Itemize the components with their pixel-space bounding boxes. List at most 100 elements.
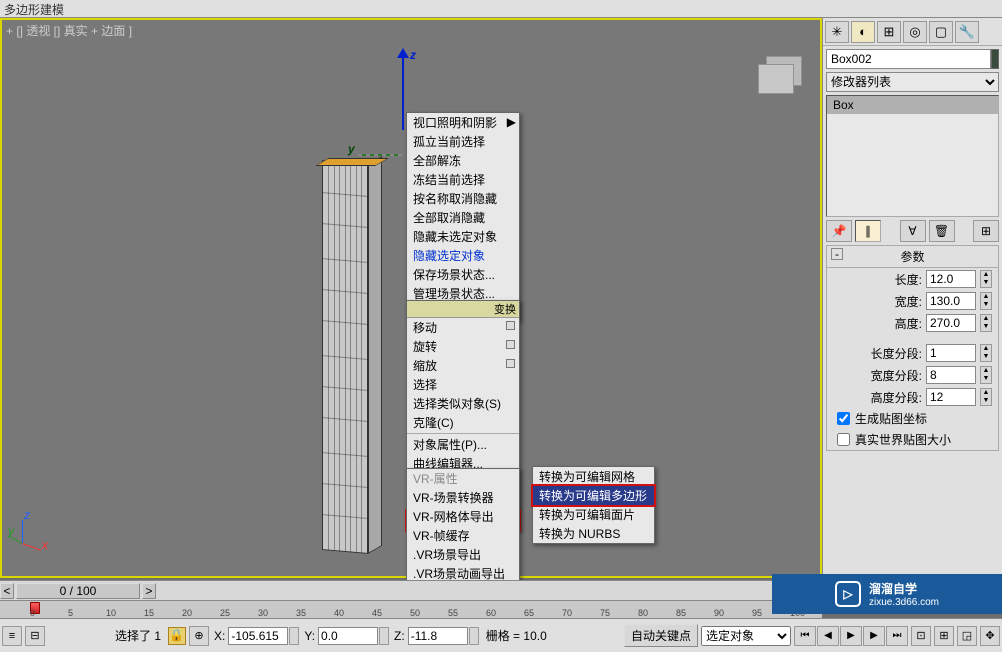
create-tab-icon[interactable]: ✳ [825,21,849,43]
time-next-icon[interactable]: > [142,583,156,599]
z-coord-input[interactable] [408,627,468,645]
menu-vr-properties[interactable]: VR-属性 [407,469,519,488]
goto-end-icon[interactable]: ⏭ [886,626,908,646]
menu-convert-editable-mesh[interactable]: 转换为可编辑网格 [533,467,654,486]
menu-unhide-by-name[interactable]: 按名称取消隐藏 [407,189,519,208]
modify-tab-icon[interactable]: ◐ [851,21,875,43]
configure-modifier-icon[interactable]: ⊞ [973,220,999,242]
script-icon[interactable]: ≡ [2,626,22,646]
y-coord-input[interactable] [318,627,378,645]
tick-label: 5 [68,608,73,618]
parameters-header[interactable]: -参数 [827,246,998,268]
menu-convert-editable-patch[interactable]: 转换为可编辑面片 [533,505,654,524]
time-prev-icon[interactable]: < [0,583,14,599]
watermark: ▷ 溜溜自学 zixue.3d66.com [772,574,1002,614]
make-unique-icon[interactable]: ∀ [900,220,926,242]
menu-move[interactable]: 移动 [407,318,519,337]
x-coord-input[interactable] [228,627,288,645]
length-segs-spinner[interactable]: ▲▼ [980,344,992,362]
menu-convert-editable-poly[interactable]: 转换为可编辑多边形 [533,486,654,505]
width-spinner[interactable]: ▲▼ [980,292,992,310]
modifier-list-dropdown[interactable]: 修改器列表 [826,72,999,92]
width-segs-input[interactable] [926,366,976,384]
prompt-icon[interactable]: ⊟ [25,626,45,646]
height-segs-spinner[interactable]: ▲▼ [980,388,992,406]
length-spinner[interactable]: ▲▼ [980,270,992,288]
menu-select-similar[interactable]: 选择类似对象(S) [407,394,519,413]
menu-convert-nurbs[interactable]: 转换为 NURBS [533,524,654,543]
menu-save-scene-state[interactable]: 保存场景状态... [407,265,519,284]
z-axis-gizmo[interactable] [402,50,404,130]
menu-vr-frame-buffer[interactable]: VR-帧缓存 [407,526,519,545]
time-slider-bar[interactable]: < 0 / 100 > [0,580,822,600]
hierarchy-tab-icon[interactable]: ⊞ [877,21,901,43]
display-tab-icon[interactable]: ▢ [929,21,953,43]
play-icon[interactable]: ▶ [840,626,862,646]
status-bar: ≡ ⊟ 选择了 1 🔒 ⊕ X: Y: Z: 栅格 = 10.0 自动关键点 选… [0,618,1002,652]
selected-box-object[interactable] [322,160,382,570]
width-label: 宽度: [833,293,922,310]
menu-hide-selection[interactable]: 隐藏选定对象 [407,246,519,265]
viewport-nav-icon[interactable]: ◲ [957,626,977,646]
menu-clone[interactable]: 克隆(C) [407,413,519,432]
remove-modifier-icon[interactable]: 🗑 [929,220,955,242]
z-label: Z: [392,629,407,643]
menu-rotate[interactable]: 旋转 [407,337,519,356]
menu-unhide-all[interactable]: 全部取消隐藏 [407,208,519,227]
menu-unfreeze-all[interactable]: 全部解冻 [407,151,519,170]
pin-stack-icon[interactable]: 📌 [826,220,852,242]
goto-start-icon[interactable]: ⏮ [794,626,816,646]
quad-menu-vray[interactable]: VR-属性 VR-场景转换器 VR-网格体导出 VR-帧缓存 .VR场景导出 .… [406,468,520,584]
object-name-input[interactable] [826,49,991,69]
length-segs-label: 长度分段: [833,345,922,362]
play-icon: ▷ [835,581,861,607]
show-end-result-icon[interactable]: ∥ [855,220,881,242]
object-color-swatch[interactable] [991,49,999,69]
height-segs-input[interactable] [926,388,976,406]
generate-uv-checkbox[interactable] [837,412,850,425]
viewport-nav-icon[interactable]: ⊡ [911,626,931,646]
prev-frame-icon[interactable]: ◀ [817,626,839,646]
real-world-checkbox[interactable] [837,433,850,446]
track-bar[interactable]: 0510152025303540455055606570758085909510… [0,600,822,618]
parameters-rollout: -参数 长度:▲▼ 宽度:▲▼ 高度:▲▼ 长度分段:▲▼ 宽度分段:▲▼ 高度… [826,245,999,451]
menu-select[interactable]: 选择 [407,375,519,394]
menu-vr-scene-export[interactable]: .VR场景导出 [407,545,519,564]
next-frame-icon[interactable]: ▶ [863,626,885,646]
menu-vr-scene-converter[interactable]: VR-场景转换器 [407,488,519,507]
auto-key-button[interactable]: 自动关键点 [624,624,698,647]
width-input[interactable] [926,292,976,310]
menu-scale[interactable]: 缩放 [407,356,519,375]
length-label: 长度: [833,271,922,288]
tick-label: 90 [714,608,724,618]
viewport-label[interactable]: + [] 透视 [] 真实 + 边面 ] [6,22,132,39]
length-segs-input[interactable] [926,344,976,362]
menu-isolate-selection[interactable]: 孤立当前选择 [407,132,519,151]
menu-vr-mesh-export[interactable]: VR-网格体导出 [407,507,519,526]
width-segs-spinner[interactable]: ▲▼ [980,366,992,384]
menu-viewport-lighting[interactable]: 视口照明和阴影▶ [407,113,519,132]
tick-label: 85 [676,608,686,618]
motion-tab-icon[interactable]: ◎ [903,21,927,43]
menu-object-properties[interactable]: 对象属性(P)... [407,435,519,454]
tick-label: 80 [638,608,648,618]
menu-hide-unselected[interactable]: 隐藏未选定对象 [407,227,519,246]
menu-freeze-selection[interactable]: 冻结当前选择 [407,170,519,189]
key-filters-dropdown[interactable]: 选定对象 [701,626,791,646]
tick-label: 55 [448,608,458,618]
quad-menu-display[interactable]: 视口照明和阴影▶ 孤立当前选择 全部解冻 冻结当前选择 按名称取消隐藏 全部取消… [406,112,520,321]
length-input[interactable] [926,270,976,288]
stack-item-box[interactable]: Box [827,96,998,114]
viewport-nav-icon[interactable]: ✥ [980,626,1000,646]
modifier-stack[interactable]: Box [826,95,999,217]
utilities-tab-icon[interactable]: 🔧 [955,21,979,43]
viewport-nav-icon[interactable]: ⊞ [934,626,954,646]
convert-to-submenu[interactable]: 转换为可编辑网格 转换为可编辑多边形 转换为可编辑面片 转换为 NURBS [532,466,655,544]
viewcube[interactable] [748,54,808,104]
height-input[interactable] [926,314,976,332]
time-slider[interactable]: 0 / 100 [16,583,140,599]
height-spinner[interactable]: ▲▼ [980,314,992,332]
lock-icon[interactable]: 🔒 [168,627,186,645]
coord-mode-icon[interactable]: ⊕ [189,626,209,646]
world-axis-tripod: z x y [14,512,54,552]
